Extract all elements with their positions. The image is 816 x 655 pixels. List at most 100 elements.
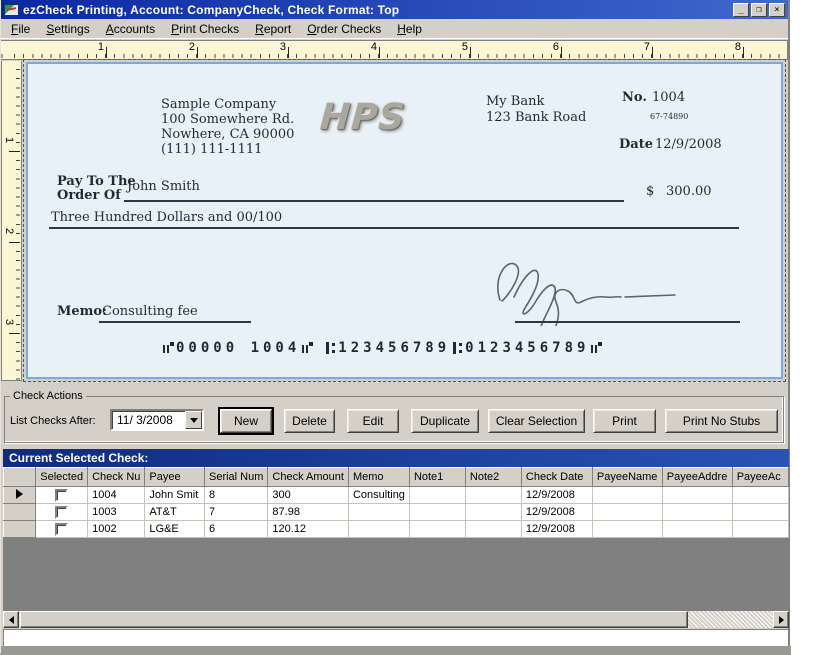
- table-row[interactable]: 1004 John Smit 8 300 Consulting 12/9/200…: [3, 486, 789, 504]
- horizontal-scrollbar[interactable]: [3, 611, 789, 628]
- delete-button[interactable]: Delete: [284, 409, 335, 433]
- payee-underline: [124, 200, 624, 202]
- col-check-number[interactable]: Check Nu: [87, 467, 146, 487]
- vertical-ruler: 1 2 3: [1, 61, 22, 381]
- col-payee-addre[interactable]: PayeeAddre: [661, 467, 733, 487]
- cell-payee-ac[interactable]: [731, 503, 789, 521]
- cell-payee-name[interactable]: [591, 520, 663, 538]
- scroll-left-button[interactable]: [3, 611, 19, 628]
- company-phone: (111) 111-1111: [161, 142, 263, 157]
- cell-payee-ac[interactable]: [731, 486, 789, 504]
- cell-check-date[interactable]: 12/9/2008: [520, 520, 593, 538]
- cell-amount[interactable]: 120.12: [267, 520, 349, 538]
- cell-note2[interactable]: [464, 503, 522, 521]
- signature-underline: [515, 321, 740, 323]
- print-no-stubs-button[interactable]: Print No Stubs: [665, 409, 778, 433]
- row-selector[interactable]: [3, 520, 37, 538]
- cell-check-number[interactable]: 1003: [87, 503, 146, 521]
- cell-selected[interactable]: [35, 520, 89, 538]
- col-payee[interactable]: Payee: [144, 467, 205, 487]
- ruler-number: 2: [3, 228, 15, 235]
- clear-selection-button[interactable]: Clear Selection: [488, 409, 585, 433]
- cell-selected[interactable]: [35, 503, 89, 521]
- close-button[interactable]: ×: [769, 2, 785, 17]
- col-payee-ac[interactable]: PayeeAc: [731, 467, 789, 487]
- cell-note2[interactable]: [464, 520, 522, 538]
- ruler-number: 4: [370, 41, 377, 53]
- company-name: Sample Company: [161, 97, 277, 112]
- cell-amount[interactable]: 300: [267, 486, 349, 504]
- menu-print-checks[interactable]: Print Checks: [163, 20, 247, 38]
- menu-report[interactable]: Report: [247, 20, 299, 38]
- cell-check-number[interactable]: 1004: [87, 486, 146, 504]
- cell-note1[interactable]: [408, 520, 466, 538]
- cell-payee-ac[interactable]: [731, 520, 789, 538]
- col-serial-num[interactable]: Serial Num: [203, 467, 269, 487]
- status-area: [3, 629, 789, 646]
- cell-payee[interactable]: John Smit: [144, 486, 205, 504]
- col-selected[interactable]: Selected: [35, 467, 89, 487]
- col-memo[interactable]: Memo: [347, 467, 410, 487]
- cell-payee-addr[interactable]: [661, 486, 733, 504]
- scroll-right-button[interactable]: [773, 611, 789, 628]
- cell-check-number[interactable]: 1002: [87, 520, 146, 538]
- row-selector[interactable]: [3, 503, 37, 521]
- cell-serial[interactable]: 6: [203, 520, 269, 538]
- cell-note1[interactable]: [408, 486, 466, 504]
- restore-button[interactable]: ❐: [751, 2, 767, 17]
- row-checkbox[interactable]: [55, 505, 69, 519]
- cell-payee-addr[interactable]: [661, 503, 733, 521]
- col-note1[interactable]: Note1: [408, 467, 466, 487]
- cell-selected[interactable]: [35, 486, 89, 504]
- menu-file[interactable]: File: [3, 20, 38, 38]
- cell-serial[interactable]: 7: [203, 503, 269, 521]
- cell-payee-addr[interactable]: [661, 520, 733, 538]
- row-checkbox[interactable]: [55, 522, 69, 536]
- arrow-right-icon: [778, 615, 784, 624]
- check-date: 12/9/2008: [655, 137, 722, 152]
- menu-order-checks[interactable]: Order Checks: [299, 20, 389, 38]
- print-button[interactable]: Print: [593, 409, 656, 433]
- check-preview[interactable]: Sample Company 100 Somewhere Rd. Nowhere…: [23, 59, 786, 382]
- cell-memo[interactable]: [347, 503, 410, 521]
- cell-note1[interactable]: [408, 503, 466, 521]
- menu-accounts[interactable]: Accounts: [98, 20, 163, 38]
- cell-amount[interactable]: 87.98: [267, 503, 349, 521]
- ruler-number: 6: [552, 41, 559, 53]
- hps-logo: HPS: [318, 97, 407, 138]
- row-checkbox[interactable]: [55, 488, 69, 502]
- date-label: Date: [619, 137, 653, 152]
- cell-serial[interactable]: 8: [203, 486, 269, 504]
- cell-payee-name[interactable]: [591, 486, 663, 504]
- col-check-amount[interactable]: Check Amount: [267, 467, 349, 487]
- cell-memo[interactable]: Consulting: [347, 486, 410, 504]
- minimize-button[interactable]: _: [733, 2, 749, 17]
- window-title: ezCheck Printing, Account: CompanyCheck,…: [23, 2, 400, 17]
- current-row-arrow-icon: [16, 488, 24, 499]
- table-row[interactable]: 1002 LG&E 6 120.12 12/9/2008: [3, 520, 789, 538]
- ruler-number: 5: [461, 41, 468, 53]
- duplicate-button[interactable]: Duplicate: [411, 409, 479, 433]
- new-button[interactable]: New: [218, 407, 274, 435]
- col-note2[interactable]: Note2: [464, 467, 522, 487]
- date-filter-dropdown-button[interactable]: [185, 411, 202, 429]
- table-row[interactable]: 1003 AT&T 7 87.98 12/9/2008: [3, 503, 789, 521]
- cell-payee[interactable]: AT&T: [144, 503, 205, 521]
- col-payee-name[interactable]: PayeeName: [591, 467, 663, 487]
- list-checks-after-label: List Checks After:: [10, 415, 96, 427]
- cell-check-date[interactable]: 12/9/2008: [520, 486, 593, 504]
- cell-payee-name[interactable]: [591, 503, 663, 521]
- scrollbar-thumb[interactable]: [20, 611, 688, 628]
- payee-name: John Smith: [127, 179, 200, 194]
- cell-memo[interactable]: [347, 520, 410, 538]
- cell-check-date[interactable]: 12/9/2008: [520, 503, 593, 521]
- cell-note2[interactable]: [464, 486, 522, 504]
- memo-label: Memo:: [57, 304, 107, 319]
- menu-help[interactable]: Help: [389, 20, 430, 38]
- col-check-date[interactable]: Check Date: [520, 467, 593, 487]
- menu-settings[interactable]: Settings: [38, 20, 97, 38]
- date-filter-combobox[interactable]: 11/ 3/2008: [110, 409, 204, 431]
- row-selector-current[interactable]: [3, 486, 37, 504]
- edit-button[interactable]: Edit: [347, 409, 399, 433]
- cell-payee[interactable]: LG&E: [144, 520, 205, 538]
